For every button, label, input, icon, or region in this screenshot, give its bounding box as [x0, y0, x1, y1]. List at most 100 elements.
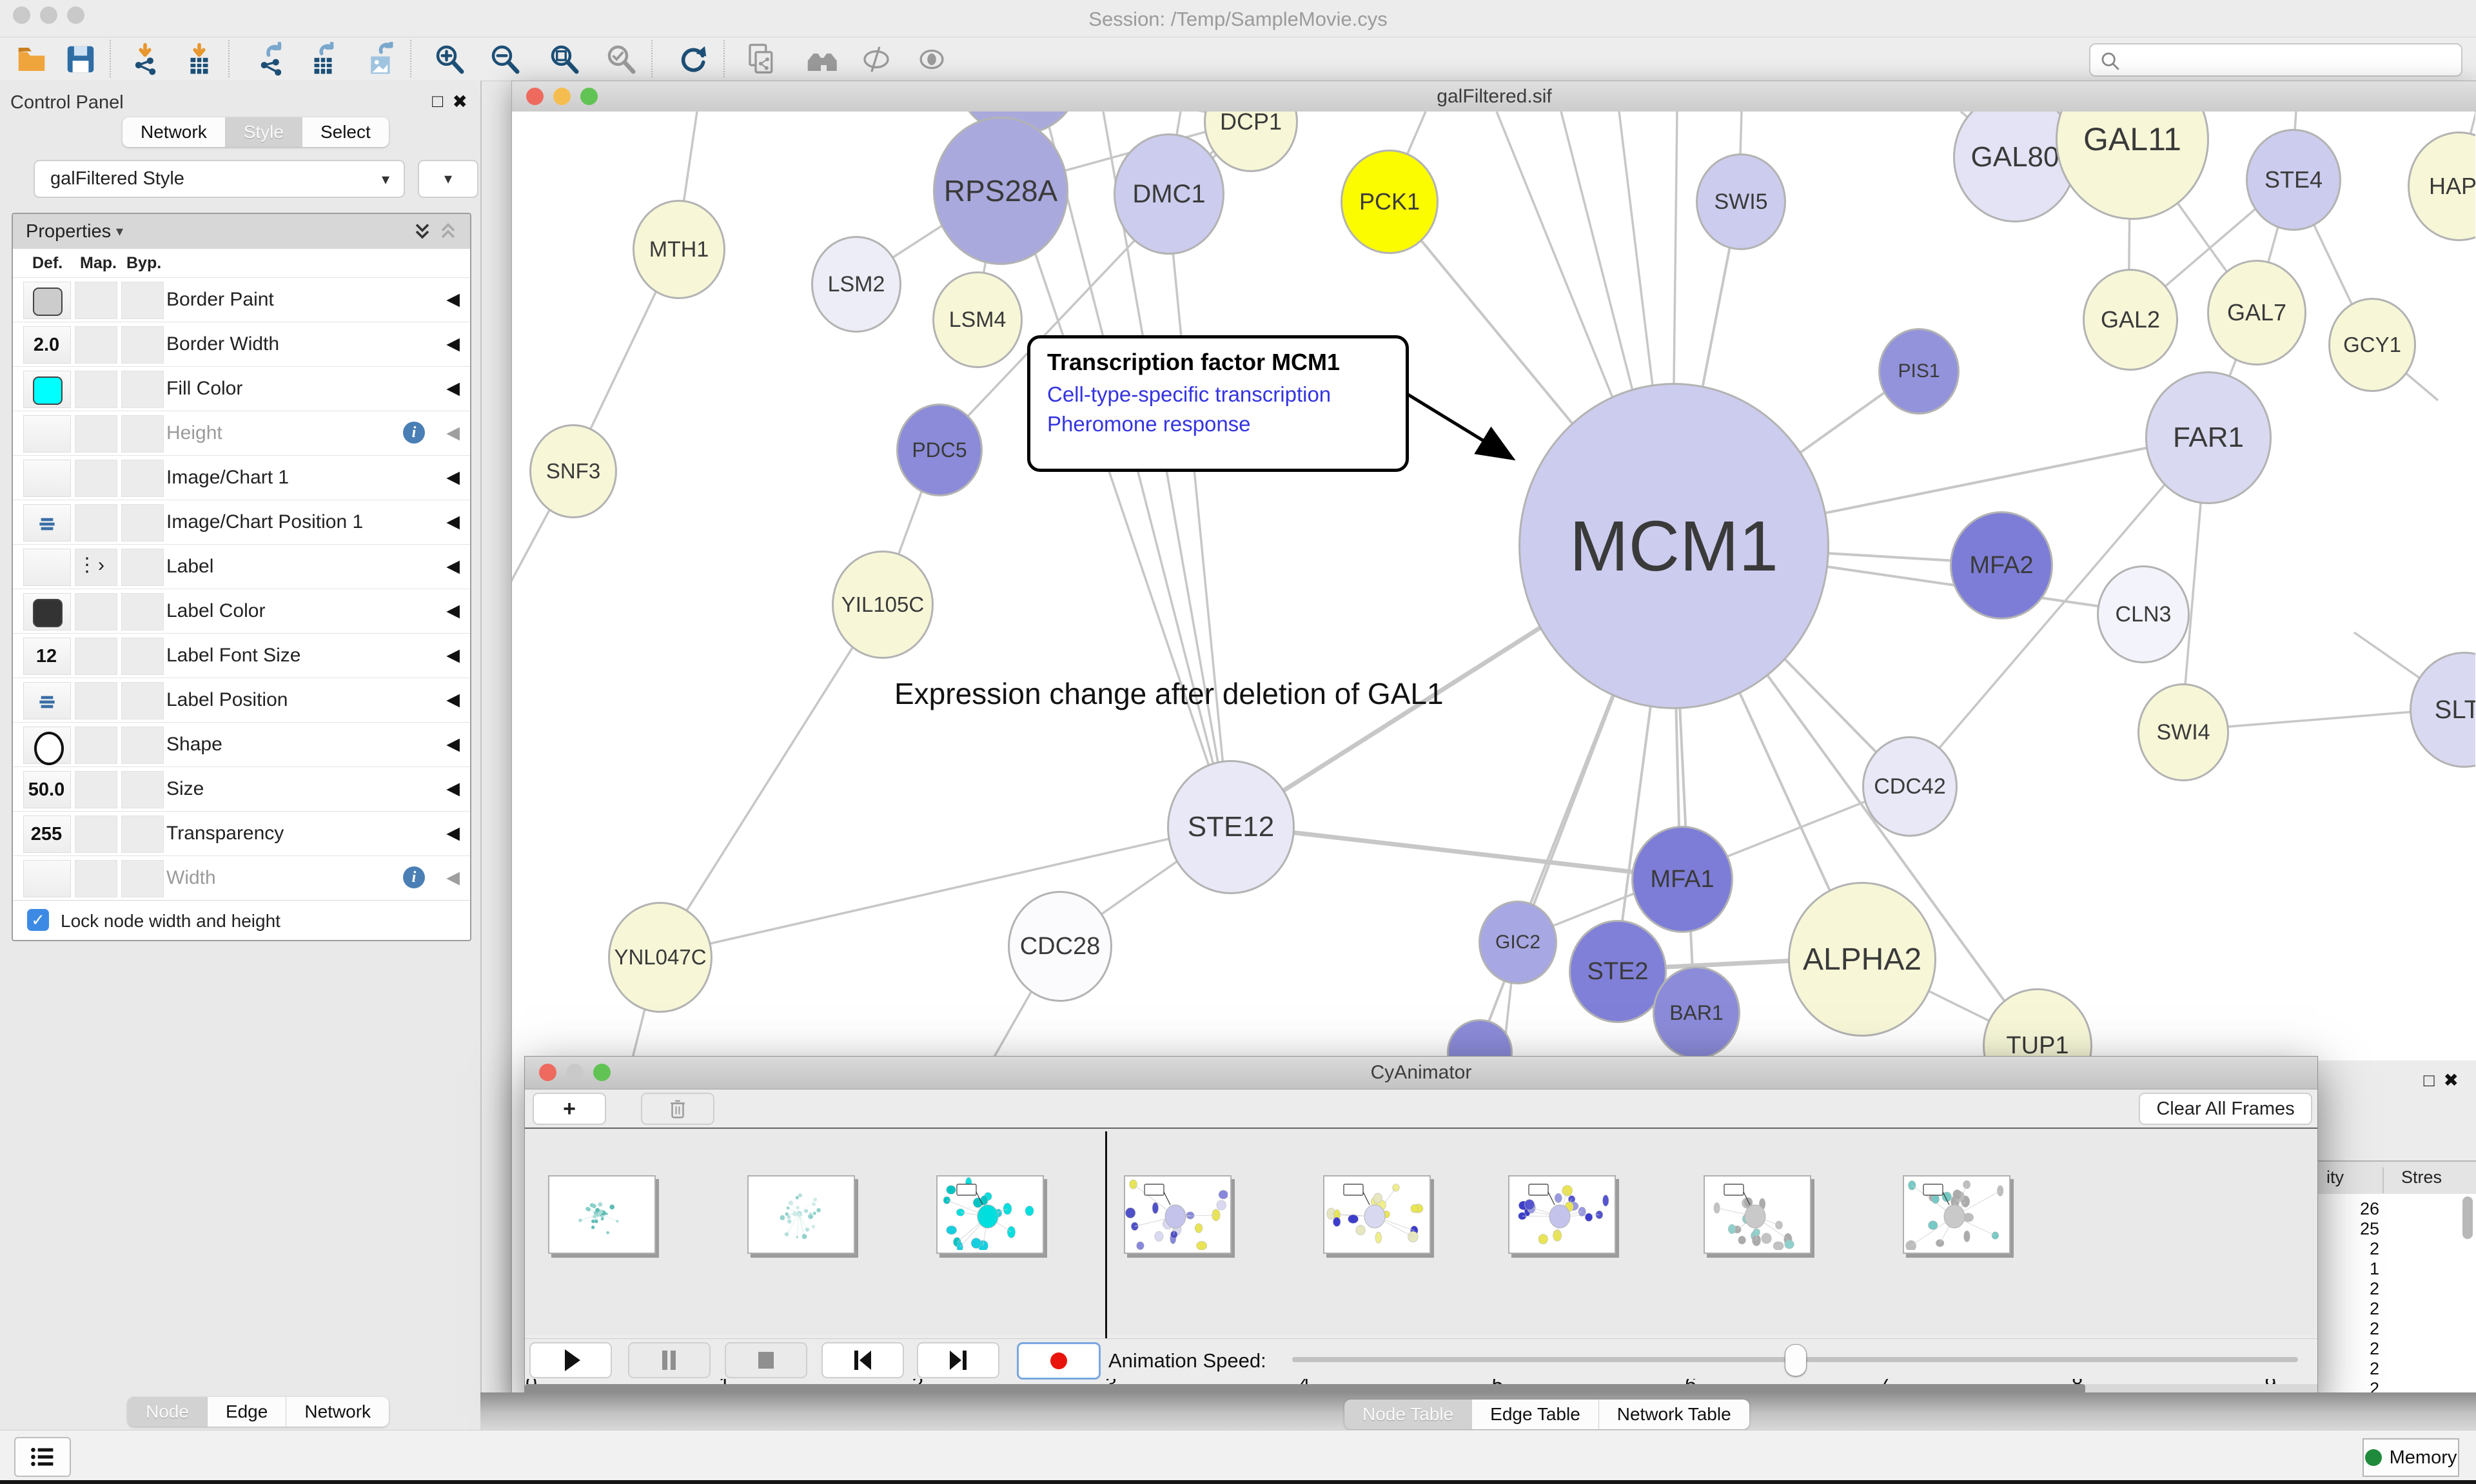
network-node-gic2[interactable]: GIC2	[1479, 901, 1557, 984]
network-node-mfa1[interactable]: MFA1	[1631, 826, 1733, 933]
default-value-cell[interactable]	[23, 371, 71, 408]
default-value-cell[interactable]	[23, 282, 71, 319]
skip-forward-button[interactable]	[917, 1342, 999, 1378]
table-cell-value[interactable]: 2	[2317, 1359, 2379, 1379]
mapping-cell[interactable]	[75, 326, 117, 364]
tab-select[interactable]: Select	[302, 117, 389, 147]
expand-row-icon[interactable]: ◀	[446, 334, 460, 354]
annotation-link[interactable]: Pheromone response	[1047, 412, 1251, 436]
property-row-image-chart-position-1[interactable]: Image/Chart Position 1◀	[13, 500, 470, 545]
network-node-mcm1[interactable]: MCM1	[1518, 383, 1829, 709]
network-node-mth1[interactable]: MTH1	[633, 200, 725, 299]
bypass-cell[interactable]	[121, 593, 164, 630]
bypass-cell[interactable]	[121, 460, 164, 497]
style-dropdown[interactable]: galFiltered Style ▾	[34, 160, 405, 198]
zoom-in-icon[interactable]	[431, 41, 468, 77]
tab-node-table[interactable]: Node Table	[1344, 1400, 1472, 1429]
delete-frame-button[interactable]	[641, 1093, 714, 1125]
frame-thumbnail-6[interactable]	[1508, 1175, 1616, 1254]
network-node-bar1[interactable]: BAR1	[1653, 966, 1740, 1059]
clear-all-frames-button[interactable]: Clear All Frames	[2139, 1093, 2312, 1125]
style-options-button[interactable]: ▾	[418, 160, 478, 198]
mapping-cell[interactable]	[75, 682, 117, 719]
property-row-label-color[interactable]: Label Color◀	[13, 589, 470, 634]
play-button[interactable]	[529, 1342, 612, 1378]
property-row-border-width[interactable]: 2.0Border Width◀	[13, 322, 470, 367]
mapping-cell[interactable]	[75, 460, 117, 497]
table-cell-value[interactable]: 2	[2317, 1379, 2379, 1393]
table-column-header[interactable]: ity Stres	[2317, 1160, 2476, 1195]
network-node-swi5[interactable]: SWI5	[1696, 153, 1786, 250]
property-row-transparency[interactable]: 255Transparency◀	[13, 811, 470, 856]
search-box[interactable]	[2089, 43, 2462, 77]
mapping-cell[interactable]	[75, 727, 117, 764]
show-eye-icon[interactable]	[913, 41, 950, 77]
default-value-cell[interactable]	[23, 415, 71, 453]
default-value-cell[interactable]: 12	[23, 638, 71, 675]
default-value-cell[interactable]	[23, 860, 71, 897]
property-row-label-position[interactable]: Label Position◀	[13, 678, 470, 723]
bypass-cell[interactable]	[121, 326, 164, 364]
network-node-ynl047c[interactable]: YNL047C	[608, 902, 712, 1013]
bypass-cell[interactable]	[121, 371, 164, 408]
bypass-cell[interactable]	[121, 682, 164, 719]
record-button[interactable]	[1017, 1342, 1101, 1380]
tab-edge[interactable]: Edge	[208, 1397, 286, 1427]
frame-thumbnail-7[interactable]	[1704, 1175, 1811, 1254]
mapping-cell[interactable]	[75, 638, 117, 675]
pause-button[interactable]	[628, 1342, 711, 1378]
float-panel-icon[interactable]: □	[432, 91, 443, 112]
frame-thumbnail-8[interactable]	[1903, 1175, 2010, 1254]
export-table-icon[interactable]	[304, 41, 342, 77]
skip-back-button[interactable]	[821, 1342, 904, 1378]
network-node-pis1[interactable]: PIS1	[1878, 328, 1960, 415]
default-value-cell[interactable]	[23, 593, 71, 630]
default-value-cell[interactable]	[23, 460, 71, 497]
zoom-out-icon[interactable]	[486, 41, 524, 77]
mapping-cell[interactable]	[75, 282, 117, 319]
expand-row-icon[interactable]: ◀	[446, 779, 460, 799]
add-frame-button[interactable]: +	[533, 1093, 606, 1125]
bypass-cell[interactable]	[121, 815, 164, 853]
default-value-cell[interactable]: 255	[23, 815, 71, 853]
column-divider[interactable]	[2383, 1167, 2384, 1193]
property-row-shape[interactable]: Shape◀	[13, 722, 470, 767]
mapping-cell[interactable]	[75, 504, 117, 542]
default-value-cell[interactable]	[23, 682, 71, 719]
property-row-border-paint[interactable]: Border Paint◀	[13, 277, 470, 322]
column-header-connectivity[interactable]: ity	[2326, 1167, 2344, 1187]
network-node-rps28a[interactable]: RPS28A	[933, 117, 1068, 265]
network-node-alpha2[interactable]: ALPHA2	[1788, 882, 1936, 1037]
network-node-mfa2[interactable]: MFA2	[1950, 511, 2053, 620]
network-node-gal2[interactable]: GAL2	[2083, 269, 2178, 371]
expand-row-icon[interactable]: ◀	[446, 512, 460, 532]
float-panel-icon[interactable]: □	[2424, 1070, 2444, 1090]
table-scrollbar[interactable]	[2462, 1196, 2473, 1239]
mapping-cell[interactable]	[75, 771, 117, 808]
expand-row-icon[interactable]: ◀	[446, 690, 460, 710]
mapping-cell[interactable]	[75, 593, 117, 630]
tab-node[interactable]: Node	[128, 1397, 208, 1427]
network-node-snf3[interactable]: SNF3	[529, 424, 617, 518]
expand-row-icon[interactable]: ◀	[446, 378, 460, 398]
mapping-cell[interactable]	[75, 415, 117, 453]
bypass-cell[interactable]	[121, 504, 164, 542]
clone-network-icon[interactable]	[743, 41, 780, 77]
network-node-lsm2[interactable]: LSM2	[811, 236, 901, 333]
frame-thumbnail-2[interactable]	[747, 1175, 855, 1254]
frame-thumbnail-3[interactable]	[936, 1175, 1044, 1254]
collapse-all-icon[interactable]	[437, 220, 460, 243]
expand-row-icon[interactable]: ◀	[446, 823, 460, 843]
hide-flash-icon[interactable]	[858, 41, 895, 77]
property-row-label-font-size[interactable]: 12Label Font Size◀	[13, 633, 470, 678]
network-node-pck1[interactable]: PCK1	[1341, 150, 1439, 254]
network-node-cln3[interactable]: CLN3	[2097, 565, 2190, 663]
property-row-label[interactable]: ⋮›Label◀	[13, 544, 470, 589]
properties-header[interactable]: Properties ▾	[13, 214, 470, 249]
tab-network[interactable]: Network	[123, 117, 226, 147]
info-icon[interactable]: i	[403, 866, 425, 888]
mapping-cell[interactable]	[75, 815, 117, 853]
frame-thumbnail-5[interactable]	[1323, 1175, 1431, 1254]
frame-thumbnail-1[interactable]	[548, 1175, 656, 1254]
network-node-yil105c[interactable]: YIL105C	[832, 551, 934, 659]
